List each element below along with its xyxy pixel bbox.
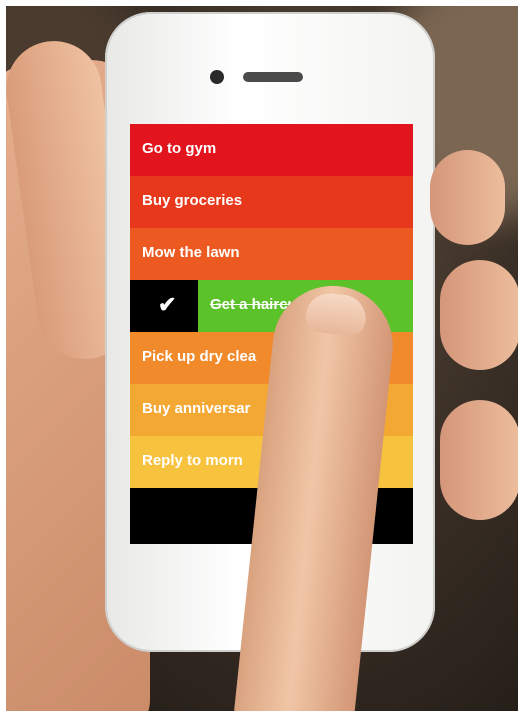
- list-item-label: Reply to morn: [142, 452, 243, 469]
- list-item[interactable]: Mow the lawn: [130, 228, 413, 280]
- checkmark-icon: ✔: [158, 292, 177, 317]
- right-finger: [430, 150, 505, 245]
- right-finger: [440, 400, 520, 520]
- photo-scene: Go to gym Buy groceries Mow the lawn ✔ G…: [0, 0, 524, 717]
- list-item-label: Go to gym: [142, 140, 217, 157]
- list-item-label: Pick up dry clea: [142, 348, 257, 365]
- fingernail: [304, 291, 369, 338]
- list-item-label: Buy anniversar: [142, 400, 251, 417]
- complete-swipe-area: ✔: [130, 280, 198, 332]
- list-item[interactable]: Buy groceries: [130, 176, 413, 228]
- front-camera-icon: [210, 70, 224, 84]
- earpiece-speaker: [243, 72, 303, 82]
- list-item-label: Buy groceries: [142, 192, 243, 209]
- list-item-label: Mow the lawn: [142, 244, 240, 261]
- right-finger: [440, 260, 520, 370]
- list-item[interactable]: Go to gym: [130, 124, 413, 176]
